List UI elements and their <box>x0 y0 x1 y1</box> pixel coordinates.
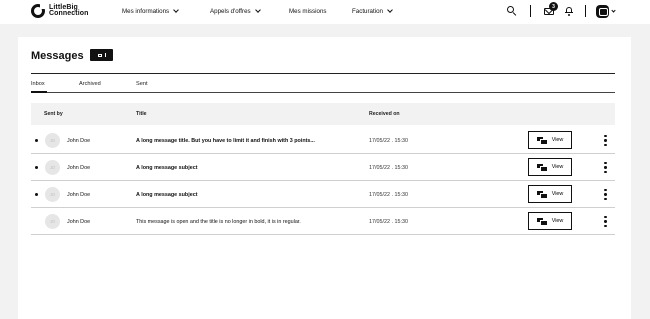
table-row[interactable]: JD John Doe This message is open and the… <box>31 208 615 235</box>
avatar: JD <box>45 133 60 148</box>
message-title[interactable]: A long message subject <box>136 165 198 171</box>
view-button[interactable]: View <box>528 131 572 149</box>
more-options-icon[interactable] <box>604 189 607 200</box>
top-navigation: LittleBig Connection Mes informations Ap… <box>0 0 650 24</box>
chat-icon <box>536 136 548 145</box>
section-divider <box>31 73 615 74</box>
received-date: 17/05/22 . 15:30 <box>369 219 408 225</box>
avatar: JD <box>45 187 60 202</box>
table-row[interactable]: JD John Doe A long message subject 17/05… <box>31 181 615 208</box>
nav-mes-missions[interactable]: Mes missions <box>289 8 326 15</box>
avatar: JD <box>45 160 60 175</box>
chevron-down-icon <box>387 7 393 13</box>
nav-label: Mes informations <box>122 8 170 15</box>
tab-inbox[interactable]: Inbox <box>31 81 45 87</box>
column-header-sent-by[interactable]: Sent by <box>44 111 63 117</box>
table-row[interactable]: JD John Doe A long message subject 17/05… <box>31 154 615 181</box>
sender-name: John Doe <box>67 192 91 198</box>
view-label: View <box>551 164 564 170</box>
tab-sent[interactable]: Sent <box>136 81 148 87</box>
logo-icon <box>31 4 45 18</box>
column-header-title[interactable]: Title <box>136 111 147 117</box>
chat-icon <box>536 217 548 226</box>
active-tab-indicator <box>31 91 47 93</box>
chevron-down-icon <box>254 7 261 13</box>
brand-name: LittleBig Connection <box>49 4 89 18</box>
tabs-baseline <box>31 92 615 93</box>
message-icon <box>97 53 102 57</box>
view-button[interactable]: View <box>528 158 572 176</box>
notification-badge: 3 <box>549 2 558 11</box>
sender-name: John Doe <box>67 138 91 144</box>
bell-icon[interactable] <box>565 6 573 16</box>
sender-name: John Doe <box>67 165 91 171</box>
nav-label: Appels d'offres <box>210 8 251 15</box>
chevron-down-icon[interactable] <box>611 8 616 13</box>
page-title: Messages <box>31 50 84 62</box>
received-date: 17/05/22 . 15:30 <box>369 192 408 198</box>
message-title[interactable]: A long message title. But you have to li… <box>136 138 315 144</box>
view-button[interactable]: View <box>528 185 572 203</box>
table-row[interactable]: JD John Doe A long message title. But yo… <box>31 127 615 154</box>
avatar: JD <box>45 214 60 229</box>
received-date: 17/05/22 . 15:30 <box>369 138 408 144</box>
unread-indicator <box>35 166 38 169</box>
chat-icon <box>536 163 548 172</box>
received-date: 17/05/22 . 15:30 <box>369 165 408 171</box>
brand-logo[interactable]: LittleBig Connection <box>31 4 89 18</box>
nav-mes-informations[interactable]: Mes informations <box>122 7 179 15</box>
column-header-received-on[interactable]: Received on <box>369 111 400 117</box>
brand-line-2: Connection <box>49 10 89 17</box>
view-label: View <box>551 218 564 224</box>
more-options-icon[interactable] <box>604 162 607 173</box>
chat-icon <box>536 190 548 199</box>
message-title[interactable]: A long message subject <box>136 192 198 198</box>
divider <box>530 5 531 17</box>
nav-appels-doffres[interactable]: Appels d'offres <box>210 7 261 15</box>
view-label: View <box>551 137 564 143</box>
divider <box>585 5 586 17</box>
unread-indicator <box>35 193 38 196</box>
user-avatar-icon[interactable] <box>596 5 609 18</box>
nav-facturation[interactable]: Facturation <box>352 7 393 15</box>
nav-label: Mes missions <box>289 8 327 15</box>
view-label: View <box>551 191 564 197</box>
more-options-icon[interactable] <box>604 216 607 227</box>
divider-icon <box>104 53 106 57</box>
nav-label: Facturation <box>352 8 383 15</box>
sender-name: John Doe <box>67 219 91 225</box>
tab-archived[interactable]: Archived <box>79 81 101 87</box>
messages-toggle-button[interactable] <box>90 49 113 61</box>
more-options-icon[interactable] <box>604 135 607 146</box>
search-icon[interactable] <box>507 6 517 16</box>
chevron-down-icon <box>173 7 179 13</box>
message-title[interactable]: This message is open and the title is no… <box>136 219 301 225</box>
table-header <box>31 103 615 125</box>
unread-indicator <box>35 139 38 142</box>
view-button[interactable]: View <box>528 212 572 230</box>
